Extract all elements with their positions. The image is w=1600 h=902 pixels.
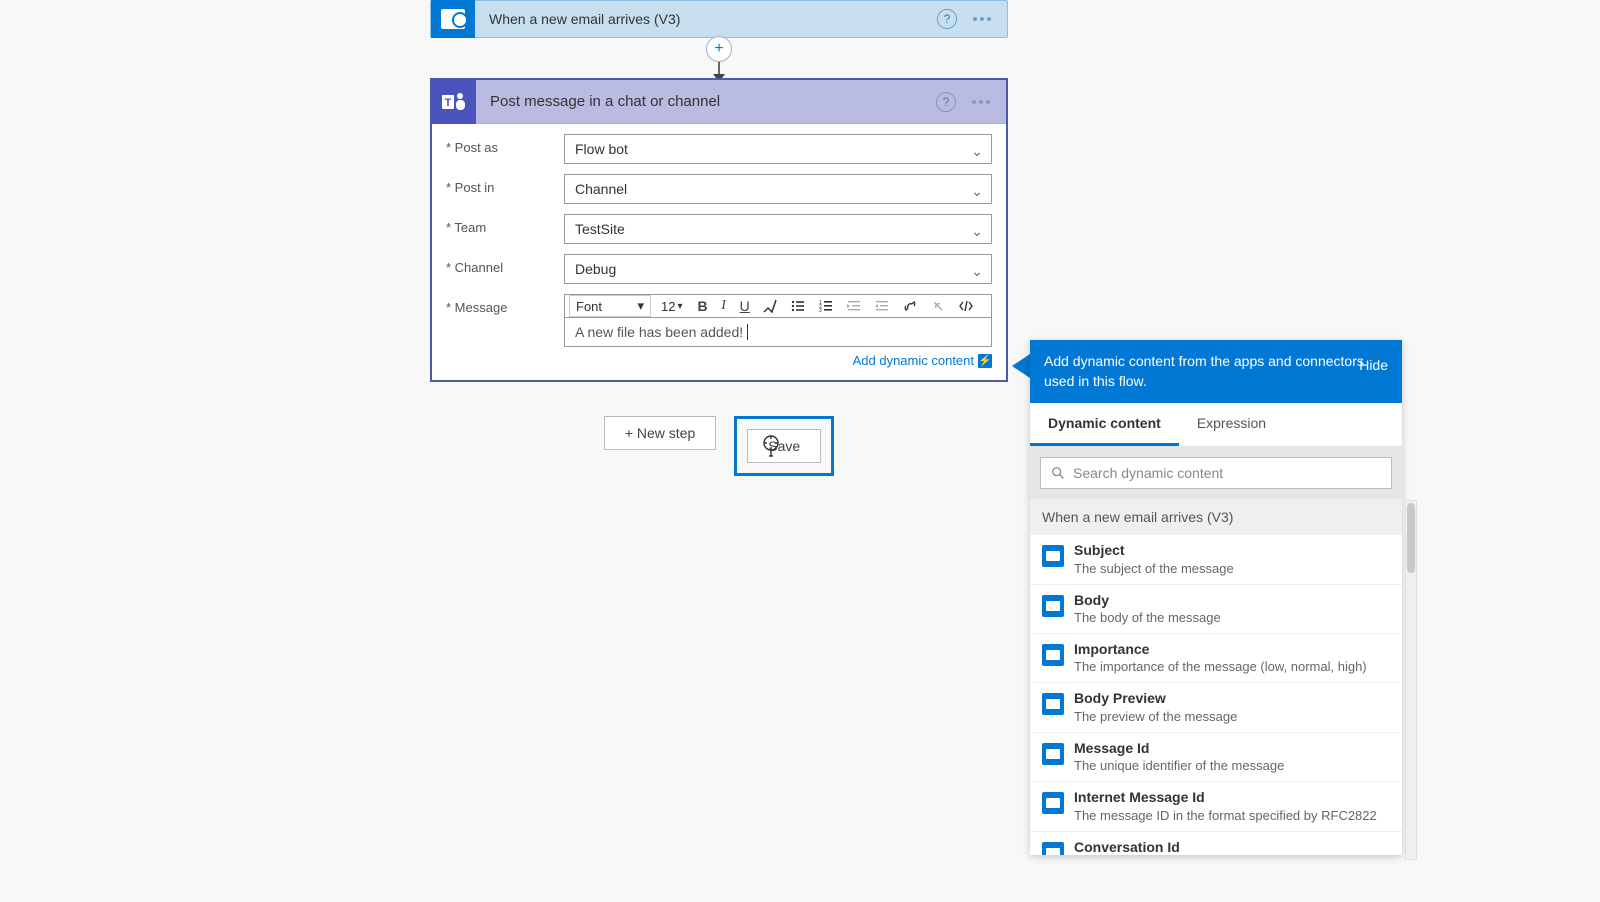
post-in-value: Channel bbox=[575, 181, 627, 197]
dynamic-content-item[interactable]: Importance The importance of the message … bbox=[1030, 634, 1402, 683]
dynamic-content-item[interactable]: Body The body of the message bbox=[1030, 585, 1402, 634]
channel-value: Debug bbox=[575, 261, 616, 277]
save-button[interactable]: Save bbox=[747, 429, 821, 463]
dynamic-item-desc: The subject of the message bbox=[1074, 561, 1390, 576]
bold-button[interactable]: B bbox=[693, 296, 713, 316]
outlook-token-icon bbox=[1042, 545, 1064, 567]
post-as-label: * Post as bbox=[446, 134, 564, 155]
rich-text-toolbar: Font▾ 12▾ B I U bbox=[564, 294, 992, 317]
outlook-token-icon bbox=[1042, 792, 1064, 814]
action-card: T Post message in a chat or channel ? * … bbox=[430, 78, 1008, 382]
channel-dropdown[interactable]: Debug ⌄ bbox=[564, 254, 992, 284]
indent-button[interactable] bbox=[869, 296, 895, 316]
dynamic-item-name: Internet Message Id bbox=[1074, 790, 1390, 805]
bulleted-list-button[interactable] bbox=[785, 296, 811, 316]
outdent-button[interactable] bbox=[841, 296, 867, 316]
dynamic-content-item[interactable]: Message Id The unique identifier of the m… bbox=[1030, 733, 1402, 782]
dynamic-item-name: Body Preview bbox=[1074, 691, 1390, 706]
dynamic-content-item[interactable]: Conversation Id bbox=[1030, 832, 1402, 856]
connector-arrow: + bbox=[430, 38, 1008, 82]
post-in-dropdown[interactable]: Channel ⌄ bbox=[564, 174, 992, 204]
font-size-selector[interactable]: 12▾ bbox=[661, 299, 683, 314]
action-title: Post message in a chat or channel bbox=[490, 93, 936, 110]
teams-icon: T bbox=[432, 80, 476, 124]
dynamic-item-name: Importance bbox=[1074, 642, 1390, 657]
dynamic-item-desc: The body of the message bbox=[1074, 610, 1390, 625]
font-family-selector[interactable]: Font▾ bbox=[569, 295, 651, 317]
svg-text:3: 3 bbox=[819, 308, 822, 314]
dynamic-item-name: Subject bbox=[1074, 543, 1390, 558]
dynamic-content-group-header: When a new email arrives (V3) bbox=[1030, 499, 1402, 535]
underline-button[interactable]: U bbox=[735, 296, 755, 316]
dynamic-item-desc: The importance of the message (low, norm… bbox=[1074, 659, 1390, 674]
scrollbar-thumb[interactable] bbox=[1407, 503, 1415, 573]
link-button[interactable] bbox=[897, 296, 923, 316]
dynamic-content-list[interactable]: Subject The subject of the message Body The… bbox=[1030, 535, 1402, 855]
message-text: A new file has been added! bbox=[575, 324, 743, 340]
action-body: * Post as Flow bot ⌄ * Post in Channel ⌄… bbox=[432, 124, 1006, 380]
code-view-button[interactable] bbox=[953, 296, 979, 316]
chevron-down-icon: ⌄ bbox=[971, 223, 983, 240]
chevron-down-icon: ⌄ bbox=[971, 263, 983, 280]
dynamic-item-desc: The preview of the message bbox=[1074, 709, 1390, 724]
action-buttons-row: + New step Save bbox=[430, 400, 1008, 476]
new-step-button[interactable]: + New step bbox=[604, 416, 716, 450]
scrollbar[interactable] bbox=[1405, 500, 1417, 860]
team-dropdown[interactable]: TestSite ⌄ bbox=[564, 214, 992, 244]
italic-button[interactable]: I bbox=[715, 296, 733, 316]
trigger-menu-icon[interactable] bbox=[973, 17, 991, 21]
dynamic-content-item[interactable]: Body Preview The preview of the message bbox=[1030, 683, 1402, 732]
chevron-down-icon: ⌄ bbox=[971, 183, 983, 200]
tab-expression[interactable]: Expression bbox=[1179, 403, 1284, 446]
save-button-focus-ring: Save bbox=[734, 416, 834, 476]
chevron-down-icon: ⌄ bbox=[971, 143, 983, 160]
dynamic-content-panel: Add dynamic content from the apps and co… bbox=[1030, 340, 1402, 855]
action-header[interactable]: T Post message in a chat or channel ? bbox=[432, 80, 1006, 124]
message-editor[interactable]: A new file has been added! bbox=[564, 317, 992, 347]
trigger-title: When a new email arrives (V3) bbox=[489, 11, 937, 27]
post-as-value: Flow bot bbox=[575, 141, 628, 157]
help-icon[interactable]: ? bbox=[936, 92, 956, 112]
team-value: TestSite bbox=[575, 221, 625, 237]
dynamic-item-name: Body bbox=[1074, 593, 1390, 608]
dynamic-content-header: Add dynamic content from the apps and co… bbox=[1030, 340, 1402, 403]
message-label: * Message bbox=[446, 294, 564, 315]
highlight-button[interactable] bbox=[757, 296, 783, 316]
search-dynamic-content-input[interactable]: Search dynamic content bbox=[1040, 457, 1392, 489]
unlink-button[interactable] bbox=[925, 296, 951, 316]
hide-panel-link[interactable]: Hide bbox=[1359, 356, 1388, 376]
dynamic-content-item[interactable]: Internet Message Id The message ID in the… bbox=[1030, 782, 1402, 831]
outlook-token-icon bbox=[1042, 842, 1064, 856]
action-menu-icon[interactable] bbox=[972, 100, 990, 104]
svg-text:T: T bbox=[445, 97, 452, 109]
dynamic-item-desc: The message ID in the format specified b… bbox=[1074, 808, 1390, 823]
post-as-dropdown[interactable]: Flow bot ⌄ bbox=[564, 134, 992, 164]
dynamic-item-name: Conversation Id bbox=[1074, 840, 1390, 855]
dynamic-content-tabs: Dynamic content Expression bbox=[1030, 403, 1402, 447]
channel-label: * Channel bbox=[446, 254, 564, 275]
dynamic-content-item[interactable]: Subject The subject of the message bbox=[1030, 535, 1402, 584]
add-step-inline-button[interactable]: + bbox=[706, 36, 732, 62]
dynamic-item-name: Message Id bbox=[1074, 741, 1390, 756]
help-icon[interactable]: ? bbox=[937, 9, 957, 29]
outlook-icon bbox=[431, 0, 475, 38]
outlook-token-icon bbox=[1042, 595, 1064, 617]
panel-callout-arrow bbox=[1012, 354, 1030, 378]
post-in-label: * Post in bbox=[446, 174, 564, 195]
dynamic-item-desc: The unique identifier of the message bbox=[1074, 758, 1390, 773]
numbered-list-button[interactable]: 1 2 3 bbox=[813, 296, 839, 316]
add-dynamic-content-link[interactable]: Add dynamic content ⚡ bbox=[564, 353, 992, 368]
tab-dynamic-content[interactable]: Dynamic content bbox=[1030, 403, 1179, 446]
team-label: * Team bbox=[446, 214, 564, 235]
outlook-token-icon bbox=[1042, 743, 1064, 765]
trigger-card[interactable]: When a new email arrives (V3) ? bbox=[430, 0, 1008, 38]
search-icon bbox=[1051, 466, 1065, 480]
outlook-token-icon bbox=[1042, 693, 1064, 715]
dynamic-content-icon: ⚡ bbox=[978, 354, 992, 368]
outlook-token-icon bbox=[1042, 644, 1064, 666]
flow-designer-canvas: When a new email arrives (V3) ? + T Post… bbox=[0, 0, 1600, 902]
